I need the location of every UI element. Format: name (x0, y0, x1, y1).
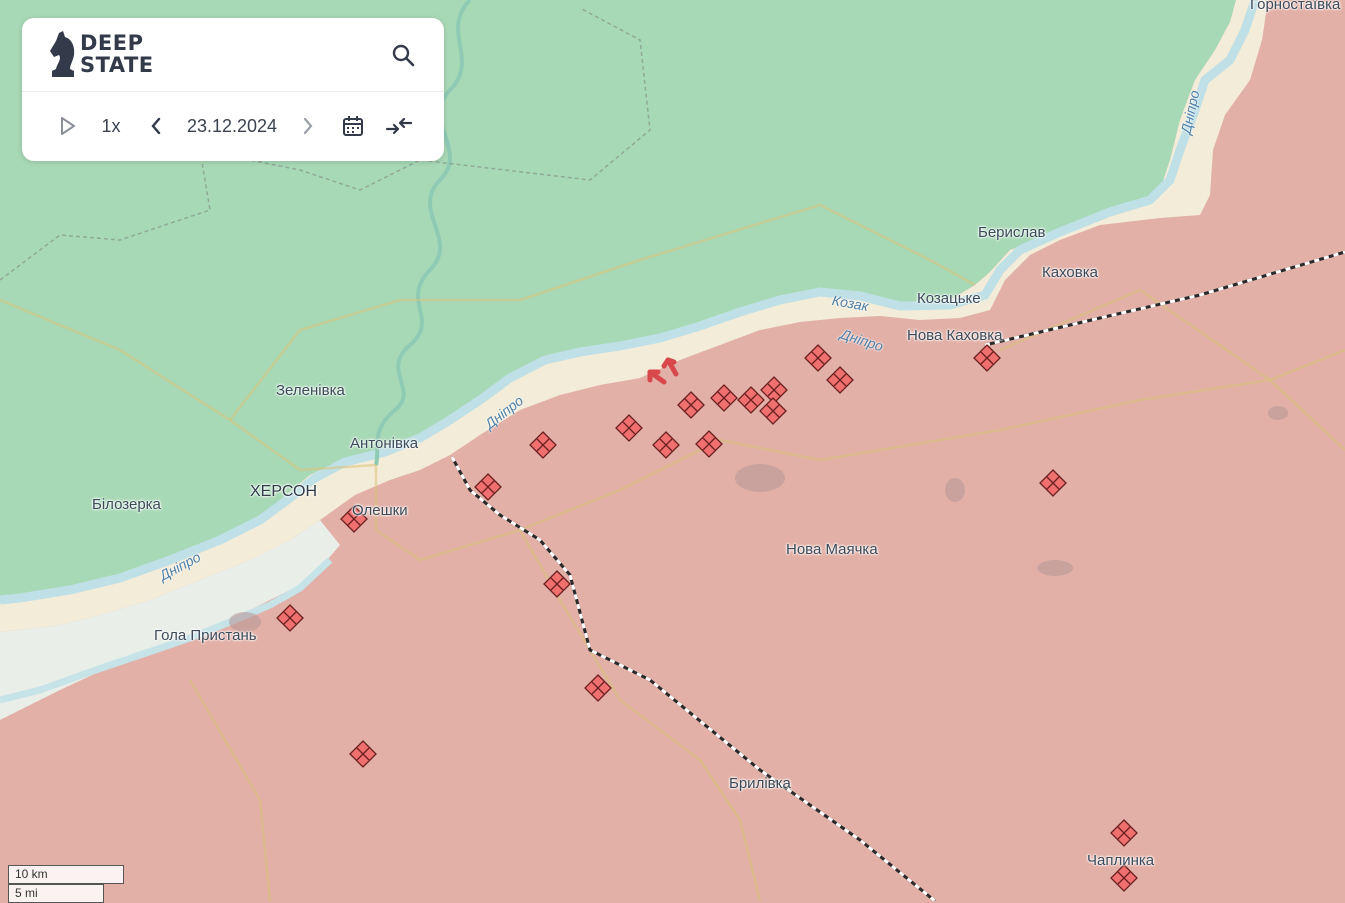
brand-logo[interactable]: DEEP STATE (50, 30, 154, 78)
place-label: Горностаївка (1250, 0, 1341, 13)
play-button[interactable] (54, 110, 82, 142)
place-label: Гола Пристань (154, 627, 257, 644)
place-label: Олешки (352, 502, 408, 519)
brand-line-2: STATE (80, 53, 154, 77)
scale-imperial: 5 mi (8, 884, 104, 903)
date-display[interactable]: 23.12.2024 (180, 110, 284, 142)
place-label: Каховка (1042, 264, 1098, 281)
control-panel: DEEP STATE 1x 23.12.2024 (22, 18, 444, 161)
next-date-button[interactable] (294, 110, 322, 142)
compare-button[interactable] (382, 110, 416, 142)
scale-metric: 10 km (8, 865, 124, 884)
place-label: Козацьке (917, 290, 981, 307)
place-label: Чаплинка (1087, 852, 1155, 869)
knight-chess-icon (50, 31, 75, 77)
place-label: ХЕРСОН (250, 483, 318, 500)
chevron-left-icon (151, 117, 161, 135)
place-label: Антонівка (350, 435, 419, 452)
current-date: 23.12.2024 (186, 115, 278, 136)
play-icon (61, 117, 75, 135)
speed-label: 1x (101, 115, 121, 136)
place-label: Берислав (978, 224, 1046, 241)
search-icon (392, 44, 415, 67)
place-label: Нова Маячка (786, 541, 878, 558)
chevron-right-icon (303, 117, 313, 135)
place-label: Брилівка (729, 775, 791, 792)
calendar-icon (343, 116, 363, 136)
compare-arrows-icon (385, 117, 413, 135)
search-button[interactable] (386, 38, 420, 72)
place-label: Білозерка (92, 496, 161, 513)
prev-date-button[interactable] (142, 110, 170, 142)
speed-button[interactable]: 1x (96, 110, 126, 142)
brand-line-1: DEEP (80, 31, 144, 55)
place-label: Нова Каховка (907, 327, 1003, 344)
place-label: Зеленівка (276, 382, 345, 399)
calendar-button[interactable] (338, 110, 368, 142)
panel-divider (22, 91, 444, 92)
